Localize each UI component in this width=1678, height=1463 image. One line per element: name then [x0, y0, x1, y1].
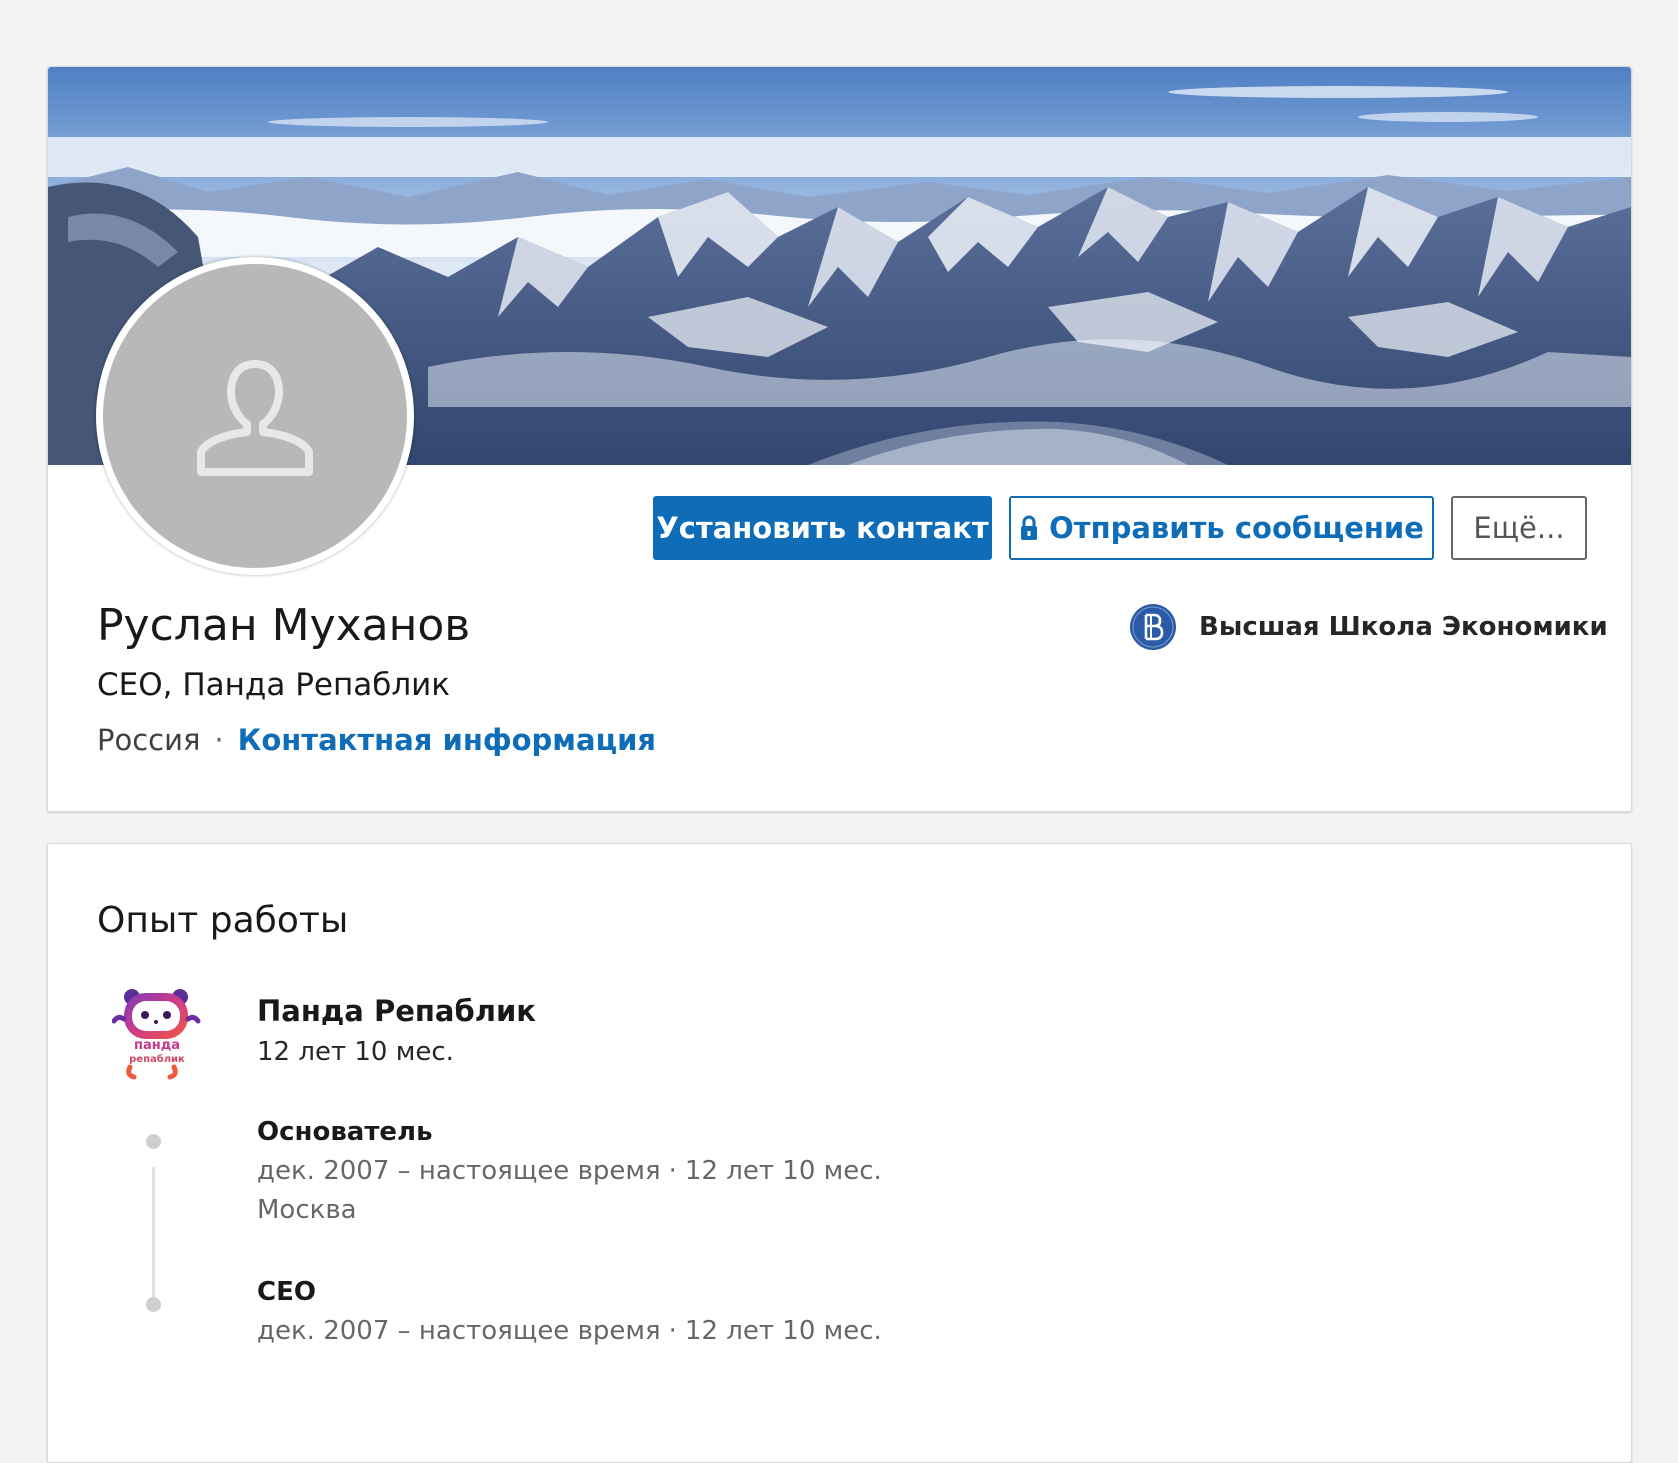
- experience-title: Опыт работы: [97, 900, 349, 941]
- role-date-range: дек. 2007 – настоящее время: [257, 1316, 661, 1346]
- company-name[interactable]: Панда Репаблик: [257, 994, 536, 1028]
- role-dates: дек. 2007 – настоящее время · 12 лет 10 ме…: [257, 1156, 882, 1186]
- role-duration: 12 лет 10 мес.: [684, 1316, 882, 1346]
- role-date-range: дек. 2007 – настоящее время: [257, 1156, 661, 1186]
- location-separator: ·: [214, 723, 224, 757]
- role-dates: дек. 2007 – настоящее время · 12 лет 10 ме…: [257, 1316, 882, 1346]
- role-separator: ·: [668, 1316, 677, 1346]
- profile-location: Россия: [97, 723, 201, 757]
- role-separator: ·: [668, 1156, 677, 1186]
- timeline-line: [152, 1167, 155, 1299]
- role-duration: 12 лет 10 мес.: [684, 1156, 882, 1186]
- profile-name: Руслан Муханов: [97, 600, 471, 651]
- profile-avatar[interactable]: [96, 257, 414, 575]
- timeline-dot: [146, 1297, 161, 1312]
- role-title: CEO: [257, 1277, 316, 1307]
- experience-card: Опыт работы панда репаблик Панда Репабли…: [47, 843, 1632, 1463]
- company-logo-line2: репаблик: [129, 1053, 185, 1065]
- more-actions-button[interactable]: Ещё...: [1451, 496, 1587, 560]
- avatar-placeholder: [103, 264, 407, 568]
- profile-headline: CEO, Панда Репаблик: [97, 667, 451, 703]
- company-logo-line1: панда: [134, 1038, 180, 1053]
- lock-icon: [1021, 515, 1038, 540]
- location-line: Россия · Контактная информация: [97, 723, 656, 757]
- role-title: Основатель: [257, 1117, 433, 1147]
- profile-card: Установить контакт Отправить сообщение Е…: [47, 66, 1632, 812]
- send-message-label: Отправить сообщение: [1049, 511, 1424, 545]
- school-name: Высшая Школа Экономики: [1199, 612, 1608, 642]
- person-silhouette-icon: [197, 360, 313, 476]
- connect-button[interactable]: Установить контакт: [653, 496, 992, 560]
- role-location: Москва: [257, 1195, 357, 1225]
- contact-info-link[interactable]: Контактная информация: [238, 723, 656, 757]
- hse-logo: [1130, 604, 1176, 650]
- timeline-dot: [146, 1134, 161, 1149]
- send-message-button[interactable]: Отправить сообщение: [1009, 496, 1434, 560]
- panda-republic-logo[interactable]: панда репаблик: [112, 985, 202, 1081]
- education-school[interactable]: Высшая Школа Экономики: [1129, 603, 1608, 651]
- company-total-duration: 12 лет 10 мес.: [257, 1037, 454, 1067]
